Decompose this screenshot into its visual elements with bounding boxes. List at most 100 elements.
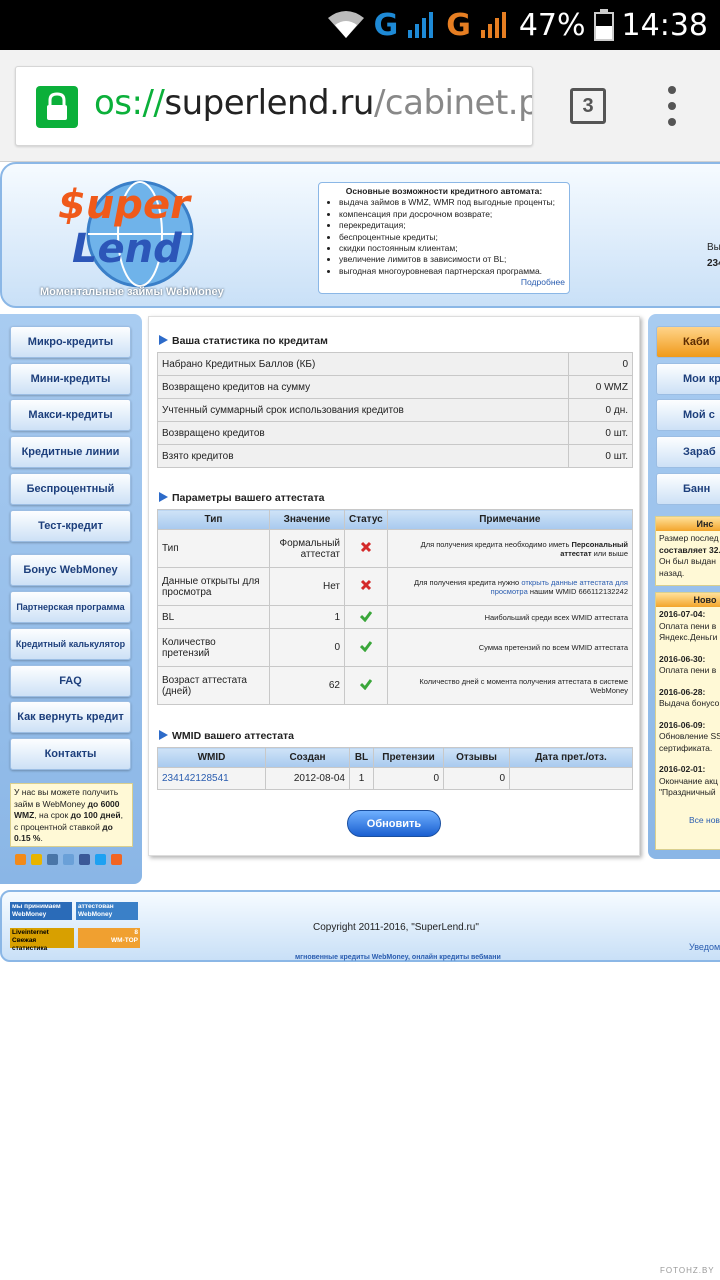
arrow-right-icon [159, 492, 168, 502]
info-line: Размер послед [659, 533, 719, 543]
nav-cabinet[interactable]: Каби [656, 326, 720, 358]
moi-mir-icon[interactable] [31, 854, 42, 865]
nav-bonus-webmoney[interactable]: Бонус WebMoney [10, 554, 131, 586]
promo-text: , на срок [34, 810, 71, 820]
attestat-type: Количество претензий [157, 628, 270, 667]
info-line: Он был выдан [659, 556, 716, 566]
nav-credit-calculator[interactable]: Кредитный калькулятор [10, 628, 131, 660]
main-content: Ваша статистика по кредитам Набрано Кред… [148, 316, 640, 856]
note-text: Для получения кредита необходимо иметь [420, 539, 572, 549]
nav-interest-free[interactable]: Беспроцентный [10, 473, 131, 505]
column-header: Дата прет./отз. [509, 747, 633, 768]
features-more-link[interactable]: Подробнее [323, 277, 565, 288]
table-row: Учтенный суммарный срок использования кр… [157, 398, 633, 422]
news-date: 2016-06-30: [659, 653, 706, 664]
table-header-row: Тип Значение Статус Примечание [157, 509, 634, 530]
nav-mini-credits[interactable]: Мини-кредиты [10, 363, 131, 395]
tab-switcher-button[interactable]: 3 [570, 88, 606, 124]
news-text: Выдача бонусо [659, 698, 720, 708]
notice-link[interactable]: Уведом [689, 942, 720, 952]
counter-text: Liveinternet [12, 929, 49, 936]
feature-item: компенсация при досрочном возврате; [339, 209, 565, 220]
attestat-value: Нет [269, 567, 345, 606]
footer-links[interactable]: мгновенные кредиты WebMoney, онлайн кред… [295, 954, 501, 961]
table-row: 234142128541 2012-08-04 1 0 0 [157, 767, 633, 790]
status-fail-icon [344, 567, 388, 606]
news-text: Окончание акц [659, 775, 718, 786]
nav-earn[interactable]: Зараб [656, 436, 720, 468]
wmid-link[interactable]: 234142128541 [157, 767, 266, 790]
attestat-value: 0 [269, 628, 345, 667]
badge-text: WebMoney [78, 911, 113, 918]
stat-value: 0 шт. [568, 444, 633, 468]
lock-icon[interactable] [36, 86, 78, 128]
signal-icon-2 [480, 12, 506, 38]
attestat-title: Параметры вашего аттестата [159, 492, 325, 504]
address-bar[interactable]: os://superlend.ru/cabinet.ph [15, 66, 533, 146]
wmid-created: 2012-08-04 [265, 767, 350, 790]
nav-my-account[interactable]: Мой с [656, 399, 720, 431]
nav-how-to-return[interactable]: Как вернуть кредит [10, 701, 131, 733]
attestat-type: Возраст аттестата (дней) [157, 666, 270, 705]
status-ok-icon [344, 628, 388, 667]
status-ok-icon [344, 605, 388, 629]
url-text[interactable]: os://superlend.ru/cabinet.ph [94, 83, 532, 123]
rss-icon[interactable] [111, 854, 122, 865]
site-logo[interactable]: $uper Lend Моментальные займы WebMoney [40, 176, 225, 304]
nav-credit-lines[interactable]: Кредитные линии [10, 436, 131, 468]
news-box: Ново 2016-07-04: Оплата пени в Яндекс.Де… [655, 592, 720, 850]
attestat-note: Наибольший среди всех WMID аттестата [386, 605, 634, 629]
table-row: Возвращено кредитов на сумму 0 WMZ [157, 375, 633, 399]
webmoney-attested-badge[interactable]: аттестован WebMoney [76, 902, 138, 920]
nav-faq[interactable]: FAQ [10, 665, 131, 697]
wmid-claims: 0 [373, 767, 444, 790]
column-header: Тип [157, 509, 270, 530]
twitter-icon[interactable] [95, 854, 106, 865]
note-text: Для получения кредита нужно [413, 577, 522, 587]
vkontakte-icon[interactable] [47, 854, 58, 865]
news-text: Обновление SS [659, 731, 720, 741]
stat-value: 0 WMZ [568, 375, 633, 399]
wmid-table: WMID Создан BL Претензии Отзывы Дата пре… [157, 747, 633, 790]
stat-label: Взято кредитов [157, 444, 569, 468]
stat-value: 0 [568, 352, 633, 376]
livejournal-icon[interactable] [63, 854, 74, 865]
facebook-icon[interactable] [79, 854, 90, 865]
badge-text: мы принимаем [12, 903, 61, 910]
column-header: WMID [157, 747, 266, 768]
stats-title: Ваша статистика по кредитам [159, 335, 328, 347]
refresh-button[interactable]: Обновить [347, 810, 441, 837]
attestat-type: BL [157, 605, 270, 629]
status-fail-icon [344, 529, 388, 568]
nav-partner-program[interactable]: Партнерская программа [10, 591, 131, 623]
table-row: Набрано Кредитных Баллов (КБ) 0 [157, 352, 633, 376]
table-row: Количество претензий 0 Сумма претензий п… [157, 628, 634, 667]
news-text: Яндекс.Деньги [659, 632, 718, 642]
column-header: Создан [265, 747, 350, 768]
odnoklassniki-icon[interactable] [15, 854, 26, 865]
all-news-link[interactable]: Все нов [659, 815, 720, 827]
nav-my-credits[interactable]: Мои кр [656, 363, 720, 395]
badge-text: WebMoney [12, 911, 47, 918]
url-host: superlend.ru [164, 83, 374, 123]
liveinternet-counter[interactable]: Liveinternet Свежая статистика [10, 928, 74, 952]
overflow-menu-icon[interactable] [660, 86, 684, 126]
feature-item: выгодная многоуровневая партнерская прог… [339, 266, 565, 277]
battery-percent: 47% [518, 7, 586, 43]
news-box-title: Ново [656, 593, 720, 607]
nav-maxi-credits[interactable]: Макси-кредиты [10, 399, 131, 431]
nav-micro-credits[interactable]: Микро-кредиты [10, 326, 131, 358]
battery-icon [593, 9, 614, 41]
info-line: назад. [659, 567, 685, 578]
attestat-table: Тип Значение Статус Примечание Тип Форма… [157, 509, 634, 705]
wm-top-counter[interactable]: 8 WM-TOP [78, 928, 140, 948]
counter-text: WM-TOP [111, 937, 138, 944]
attestat-value: 1 [269, 605, 345, 629]
nav-contacts[interactable]: Контакты [10, 738, 131, 770]
info-line: составляет 32. [659, 544, 720, 555]
column-header: Примечание [386, 509, 634, 530]
info-box-title: Инс [656, 517, 720, 531]
nav-banners[interactable]: Банн [656, 473, 720, 505]
nav-test-credit[interactable]: Тест-кредит [10, 510, 131, 542]
webmoney-accept-badge[interactable]: мы принимаем WebMoney [10, 902, 72, 920]
